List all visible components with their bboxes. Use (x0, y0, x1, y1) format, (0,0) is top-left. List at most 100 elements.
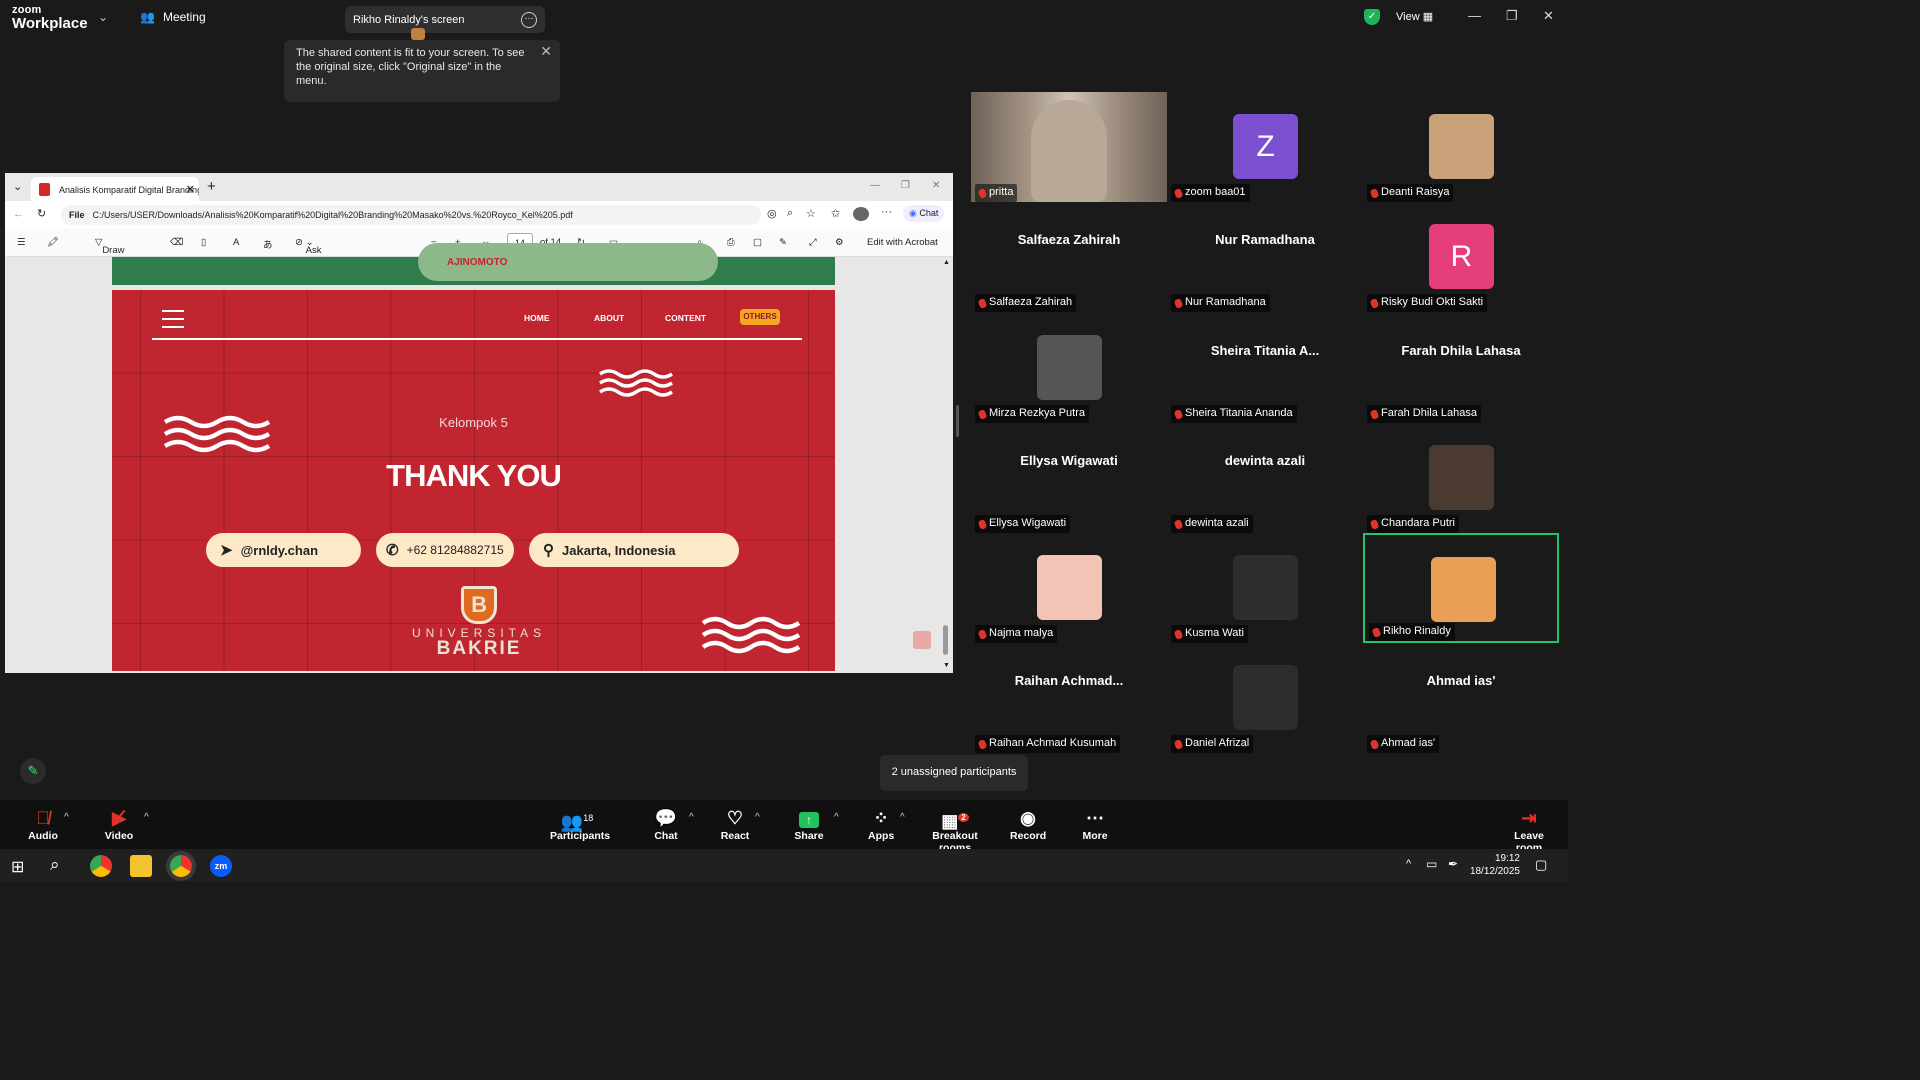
participant-tile[interactable]: dewinta azali dewinta azali (1167, 423, 1363, 533)
minimize-icon[interactable]: — (870, 180, 880, 191)
participant-name-label: Risky Budi Okti Sakti (1367, 294, 1488, 312)
tray-chevron-icon[interactable]: ^ (1406, 858, 1411, 870)
edit-with-acrobat-button[interactable]: Edit with Acrobat (867, 237, 938, 248)
annotate-icon[interactable]: ✎ (20, 758, 46, 784)
participant-tile[interactable]: Ahmad ias' Ahmad ias' (1363, 643, 1559, 753)
text-icon[interactable]: ▯ (201, 237, 206, 248)
participant-tile[interactable]: Najma malya (971, 533, 1167, 643)
participant-tile[interactable]: Sheira Titania A... Sheira Titania Ananda (1167, 313, 1363, 423)
url-field[interactable]: File C:/Users/USER/Downloads/Analisis%20K… (61, 205, 761, 225)
save-as-icon[interactable]: ✎ (779, 237, 787, 248)
participant-tile[interactable]: R Risky Budi Okti Sakti (1363, 202, 1559, 312)
contents-icon[interactable]: ☰ (17, 237, 26, 248)
zoom-app-icon[interactable]: zm (210, 855, 232, 877)
read-aloud-icon[interactable]: A (233, 237, 239, 248)
shield-icon[interactable]: ✓ (1364, 9, 1380, 25)
more-options-icon[interactable]: ··· (521, 11, 537, 28)
video-button[interactable]: ▶̸ Video (102, 808, 136, 842)
notifications-icon[interactable]: ▢ (1535, 857, 1547, 873)
share-options-caret[interactable]: ^ (834, 812, 839, 823)
eraser-icon[interactable]: ⌫ (170, 237, 183, 248)
meeting-menu[interactable]: 👥 Meeting (140, 10, 206, 24)
browser-tab[interactable]: Analisis Komparatif Digital Branding ✕ (31, 177, 199, 201)
ask-copilot-button[interactable]: ⊘ Ask Copilot ⌄ (295, 237, 335, 267)
apps-options-caret[interactable]: ^ (900, 812, 905, 823)
new-tab-icon[interactable]: + (207, 178, 216, 195)
audio-options-caret[interactable]: ^ (64, 812, 69, 823)
clock[interactable]: 19:12 18/12/2025 (1470, 852, 1520, 878)
participant-tile[interactable]: Mirza Rezkya Putra (971, 313, 1167, 423)
restore-icon[interactable]: ❐ (1506, 8, 1518, 24)
participants-button[interactable]: 👥18 Participants (550, 808, 610, 842)
react-button[interactable]: ♡ React (720, 808, 750, 842)
participant-tile[interactable]: Ellysa Wigawati Ellysa Wigawati (971, 423, 1167, 533)
settings-icon[interactable]: ⚙ (835, 237, 844, 248)
profile-icon[interactable] (853, 207, 869, 221)
favorites-icon[interactable]: ✩ (831, 207, 840, 220)
chevron-down-icon[interactable]: ⌄ (98, 10, 108, 24)
more-icon[interactable]: ··· (881, 206, 892, 218)
view-button[interactable]: View ▦ (1396, 10, 1433, 23)
search-icon[interactable]: ⌕ (50, 855, 60, 875)
participant-tile[interactable]: Kusma Wati (1167, 533, 1363, 643)
participant-tile[interactable]: Farah Dhila Lahasa Farah Dhila Lahasa (1363, 313, 1559, 423)
minimize-icon[interactable]: — (1468, 8, 1481, 23)
reader-icon[interactable]: ◎ (767, 207, 777, 220)
translate-icon[interactable]: あ (263, 237, 273, 251)
participant-tile[interactable]: Rikho Rinaldy (1363, 533, 1559, 643)
file-explorer-icon[interactable] (130, 855, 152, 877)
chrome-active-icon[interactable] (170, 855, 192, 877)
react-options-caret[interactable]: ^ (755, 812, 760, 823)
back-icon[interactable]: ← (13, 208, 24, 220)
copilot-chat-button[interactable]: ◉ Chat (903, 205, 945, 222)
chrome-icon[interactable] (90, 855, 112, 877)
participant-tile[interactable]: Raihan Achmad... Raihan Achmad Kusumah (971, 643, 1167, 753)
participant-tile[interactable]: Salfaeza Zahirah Salfaeza Zahirah (971, 202, 1167, 312)
scroll-up-icon[interactable]: ▲ (943, 259, 950, 266)
scroll-thumb[interactable] (943, 625, 948, 655)
leave-room-button[interactable]: ⇥ Leave room (1500, 808, 1558, 854)
participant-tile[interactable]: Nur Ramadhana Nur Ramadhana (1167, 202, 1363, 312)
vertical-scrollbar[interactable]: ▲ ▼ (943, 259, 950, 669)
zoom-icon[interactable]: ⌕ (787, 207, 793, 220)
chat-button[interactable]: 💬 Chat (652, 808, 680, 842)
close-tab-icon[interactable]: ✕ (186, 183, 195, 196)
participant-tile[interactable]: Zzoom baa01 (1167, 92, 1363, 202)
audio-button[interactable]: 🎙̸ Audio (26, 808, 60, 842)
participant-tile[interactable]: Deanti Raisya (1363, 92, 1559, 202)
thank-you-heading: THANK YOU (386, 458, 562, 493)
tab-list-icon[interactable]: ⌄ (13, 180, 22, 193)
wave-decoration (701, 616, 801, 654)
refresh-icon[interactable]: ↻ (37, 207, 46, 220)
favorite-icon[interactable]: ☆ (806, 207, 816, 220)
breakout-rooms-button[interactable]: ▦ 2 Breakout rooms (918, 808, 992, 854)
print-icon[interactable]: ⎙ (727, 237, 735, 248)
share-screen-tab[interactable]: Rikho Rinaldy's screen ··· (345, 6, 545, 40)
close-icon[interactable]: ✕ (540, 44, 552, 58)
record-button[interactable]: ◉ Record (1010, 808, 1046, 842)
chat-options-caret[interactable]: ^ (689, 812, 694, 823)
acrobat-icon[interactable] (913, 631, 931, 649)
save-icon[interactable]: ▢ (753, 237, 762, 248)
highlight-icon[interactable]: 🖍 (47, 237, 59, 248)
video-options-caret[interactable]: ^ (144, 812, 149, 823)
close-icon[interactable]: ✕ (932, 180, 940, 191)
network-icon[interactable]: ▭ (1426, 857, 1437, 871)
apps-button[interactable]: ⁘ Apps (868, 808, 894, 842)
split-handle[interactable] (956, 405, 959, 437)
restore-icon[interactable]: ❐ (901, 180, 910, 191)
more-button[interactable]: ⋯ More (1082, 808, 1108, 842)
windows-start-icon[interactable]: ⊞ (11, 857, 24, 877)
participant-tile[interactable]: pritta (971, 92, 1167, 202)
close-icon[interactable]: ✕ (1543, 8, 1554, 24)
scroll-down-icon[interactable]: ▼ (943, 662, 950, 669)
participant-tile[interactable]: Daniel Afrizal (1167, 643, 1363, 753)
participant-tile[interactable]: Chandara Putri (1363, 423, 1559, 533)
slide-nav-about: ABOUT (594, 313, 625, 323)
fullscreen-icon[interactable]: ⤢ (809, 237, 817, 248)
pen-icon[interactable]: ✒ (1448, 857, 1458, 871)
pdf-viewer[interactable]: AJINOMOTO HOME ABOUT CONTENT OTHERS Kelo… (5, 243, 953, 673)
share-button[interactable]: ↑ Share (794, 808, 824, 842)
draw-button[interactable]: ▽ Draw (95, 237, 124, 256)
record-icon: ◉ (1020, 808, 1036, 828)
